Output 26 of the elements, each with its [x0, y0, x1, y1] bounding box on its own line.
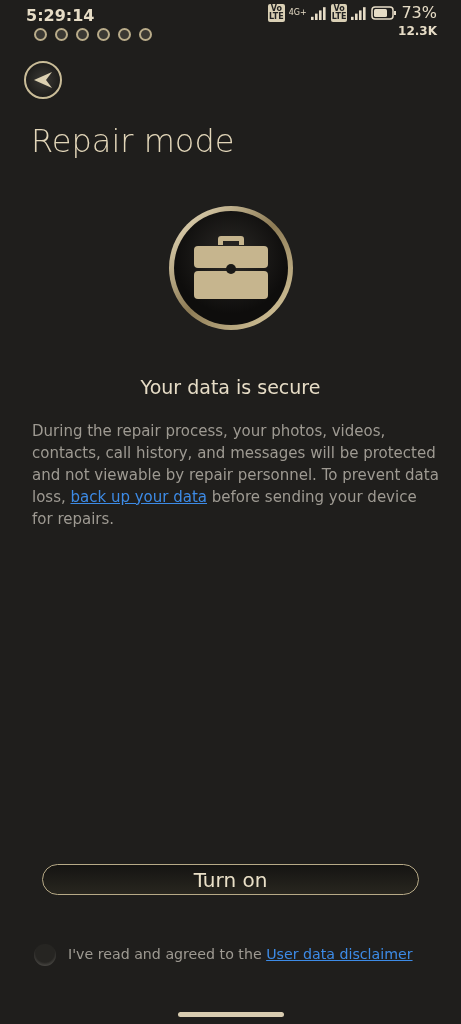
page-title: Repair mode — [31, 121, 236, 162]
network-type: 4G+ — [288, 9, 307, 17]
battery-icon — [371, 6, 398, 20]
agreement-checkbox[interactable] — [34, 944, 56, 966]
signal-icon — [351, 6, 368, 20]
notification-icon — [118, 28, 131, 41]
notification-icon — [97, 28, 110, 41]
signal-icon — [310, 6, 327, 20]
back-arrow-icon — [32, 71, 54, 89]
section-heading: Your data is secure — [139, 375, 322, 400]
clock-time: 5:29:14 — [26, 5, 96, 27]
notification-icon — [55, 28, 68, 41]
description-text: During the repair process, your photos, videos, contacts, call history, and messages will be protected and not viewable by repair personnel. To prevent data loss, back up your data before sending your device for repairs. — [32, 420, 439, 530]
volte-badge: Vo LTE — [330, 4, 348, 22]
volte-badge: Vo LTE — [268, 4, 285, 22]
home-indicator[interactable] — [177, 1012, 284, 1017]
turn-on-button[interactable]: Turn on — [42, 864, 419, 895]
notification-icon — [34, 28, 47, 41]
notification-icon — [76, 28, 89, 41]
back-button[interactable] — [24, 61, 62, 99]
agreement-text: I've read and agreed to the User data disclaimer — [68, 945, 413, 965]
backup-link[interactable]: back up your data — [70, 487, 207, 506]
notification-icon — [139, 28, 152, 41]
network-speed: 12.3K — [398, 23, 437, 40]
disclaimer-link[interactable]: User data disclaimer — [266, 946, 413, 963]
battery-percent: 73% — [401, 5, 437, 21]
